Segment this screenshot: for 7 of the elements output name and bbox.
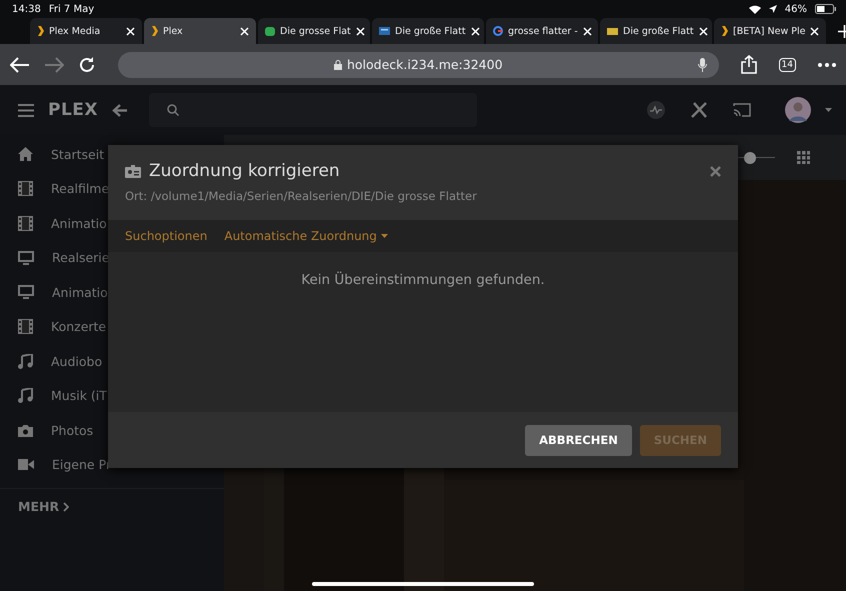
empty-message: Kein Übereinstimmungen gefunden.	[301, 272, 545, 290]
battery-percent: 46%	[784, 4, 807, 14]
clock-time: 14:38	[12, 4, 41, 14]
location-path: Ort: /volume1/Media/Serien/Realserien/DIE/Die grosse Flatter	[125, 189, 478, 203]
date-text: Fri 7 May	[48, 4, 94, 14]
logo: PLEX	[48, 100, 98, 120]
dialog-title: Zuordnung korrigieren	[149, 161, 340, 181]
